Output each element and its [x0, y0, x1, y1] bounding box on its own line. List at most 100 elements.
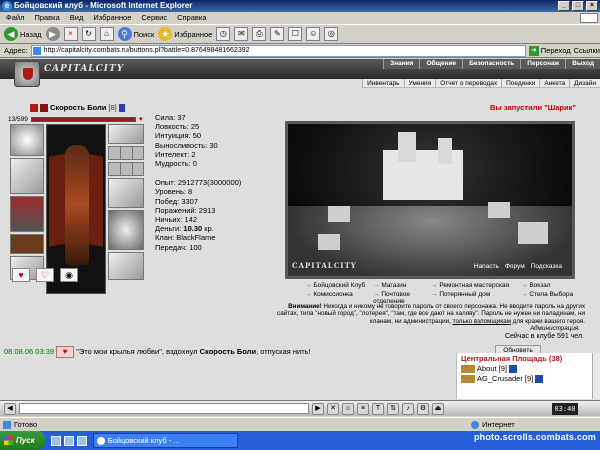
menu-edit[interactable]: Правка	[34, 12, 59, 24]
site-header: CAPITALCITY Знания Общение Безопасность …	[0, 59, 600, 87]
translit-icon[interactable]: T	[372, 402, 384, 415]
settings-icon[interactable]: ⚙	[417, 402, 429, 415]
menu-file[interactable]: Файл	[6, 12, 24, 24]
room-user: About [9]	[457, 364, 600, 374]
research-icon[interactable]: ◎	[324, 27, 339, 41]
go-button[interactable]: ➜ Переход	[528, 45, 571, 56]
edit-icon[interactable]: ✎	[270, 27, 285, 41]
history-icon[interactable]: ◷	[216, 27, 231, 41]
subnav-inventory[interactable]: Инвентарь	[362, 79, 403, 87]
bracer-slot[interactable]	[108, 124, 144, 144]
subnav-design[interactable]: Дизайн	[569, 79, 600, 87]
print-icon[interactable]: ⎙	[252, 27, 267, 41]
quick-launch	[45, 435, 93, 446]
links-button[interactable]: Ссылки	[574, 46, 600, 55]
loc-repair[interactable]: Ремонтная мастерская	[431, 282, 521, 289]
belt-slot[interactable]	[10, 234, 44, 254]
info-icon[interactable]	[118, 103, 125, 112]
room-user-name[interactable]: AG_Crusader	[477, 374, 523, 384]
helmet-slot[interactable]	[10, 124, 44, 156]
menu-favorites[interactable]: Избранное	[93, 12, 131, 24]
close-button[interactable]: ×	[586, 1, 598, 11]
discuss-icon[interactable]: ☐	[288, 27, 303, 41]
chat-who[interactable]: Скорость Боли	[200, 347, 256, 356]
start-button[interactable]: Пуск	[0, 431, 45, 450]
forum-link[interactable]: Форум	[505, 263, 525, 270]
minimize-button[interactable]: _	[558, 1, 570, 11]
heart-charm-icon-2[interactable]: ♡	[36, 268, 54, 282]
back-button[interactable]: ◀ Назад	[4, 25, 42, 43]
ring-slot-2[interactable]	[108, 162, 144, 176]
subnav-skills[interactable]: Умения	[403, 79, 436, 87]
taskbar-window-button[interactable]: Бойцовский клуб - ...	[92, 433, 238, 448]
menu-view[interactable]: Вид	[70, 12, 84, 24]
scroll-icon[interactable]: ⇅	[387, 402, 399, 415]
room-scrollbar[interactable]	[592, 353, 600, 399]
stop-icon[interactable]: ×	[63, 27, 78, 41]
chat-input[interactable]	[19, 403, 309, 414]
equipment-panel	[10, 124, 152, 324]
gloves-slot[interactable]	[108, 178, 144, 208]
send-icon[interactable]: ▶	[312, 402, 324, 415]
quicklaunch-desktop-icon[interactable]	[63, 435, 74, 446]
nav-security[interactable]: Безопасность	[462, 59, 521, 69]
menu-help[interactable]: Справка	[177, 12, 206, 24]
hint-link[interactable]: Подсказка	[531, 263, 562, 270]
hp-bar	[30, 117, 136, 122]
stat-intuition: Интуиция: 50	[155, 131, 202, 141]
align-icon	[30, 103, 38, 112]
heart-charm-icon[interactable]: ♥	[12, 268, 30, 282]
exit-icon[interactable]: ⏏	[432, 402, 444, 415]
shield-slot[interactable]	[108, 210, 144, 250]
money-value: 10.30	[183, 224, 203, 234]
forward-button[interactable]: ▶	[45, 25, 60, 43]
filter-icon[interactable]: ≡	[357, 402, 369, 415]
clear-icon[interactable]: ✕	[327, 402, 339, 415]
boots-slot[interactable]	[108, 252, 144, 280]
loc-station[interactable]: Вокзал	[521, 282, 585, 289]
home-icon[interactable]: ⌂	[99, 27, 114, 41]
page-icon	[32, 46, 41, 55]
address-input[interactable]: http://capitalcity.combats.ru/buttons.pl…	[30, 44, 526, 57]
admin-signature: Администрация.	[529, 325, 580, 332]
nav-exit[interactable]: Выход	[565, 59, 600, 69]
refresh-icon[interactable]: ↻	[81, 27, 96, 41]
subnav-transfers[interactable]: Отчет о переводах	[435, 79, 501, 87]
loc-shop[interactable]: Магазин	[373, 282, 431, 289]
mail-icon[interactable]: ✉	[234, 27, 249, 41]
search-button[interactable]: ⚲ Поиск	[117, 25, 154, 43]
nav-communication[interactable]: Общение	[419, 59, 463, 69]
status-zone: Интернет	[470, 420, 515, 429]
menu-tools[interactable]: Сервис	[141, 12, 167, 24]
loc-fight-club[interactable]: Бойцовский Клуб	[305, 282, 373, 289]
character-name[interactable]: Скорость Боли	[50, 103, 106, 112]
smile-icon[interactable]: ☺	[342, 402, 354, 415]
room-user-name[interactable]: About	[477, 364, 497, 374]
maximize-button[interactable]: □	[572, 1, 584, 11]
city-scene[interactable]: CAPITALCITY Напасть Форум Подсказка	[285, 121, 575, 279]
status-bar: Готово Интернет	[0, 417, 600, 431]
weapon-slot[interactable]	[10, 158, 44, 194]
subnav-profile[interactable]: Анкета	[539, 79, 569, 87]
subnav-fights[interactable]: Поединки	[501, 79, 539, 87]
online-count: Сейчас в клубе 591 чел.	[504, 333, 584, 340]
scene-title: CAPITALCITY	[292, 261, 357, 270]
info-icon[interactable]	[535, 375, 544, 383]
chat-time[interactable]: 08.08.06 03:39	[4, 347, 54, 356]
messenger-icon[interactable]: ☺	[306, 27, 321, 41]
quicklaunch-media-icon[interactable]	[76, 435, 87, 446]
attack-link[interactable]: Напасть	[474, 263, 499, 270]
info-exp: Опыт: 2912773(3000000)	[155, 178, 242, 188]
nav-character[interactable]: Персонаж	[520, 59, 566, 69]
quicklaunch-ie-icon[interactable]	[50, 435, 61, 446]
info-icon[interactable]	[508, 365, 517, 373]
sunglasses-icon[interactable]: ◉	[60, 268, 78, 282]
nav-knowledge[interactable]: Знания	[383, 59, 420, 69]
stat-wisdom: Мудрость: 0	[155, 159, 197, 169]
favorites-button[interactable]: ★ Избранное	[158, 25, 212, 43]
chat-mode-icon[interactable]: ◀	[4, 402, 16, 415]
window-titlebar: e Бойцовский клуб - Microsoft Internet E…	[0, 0, 600, 12]
sound-icon[interactable]: ♪	[402, 402, 414, 415]
ring-slot-1[interactable]	[108, 146, 144, 160]
armor-slot[interactable]	[10, 196, 44, 232]
